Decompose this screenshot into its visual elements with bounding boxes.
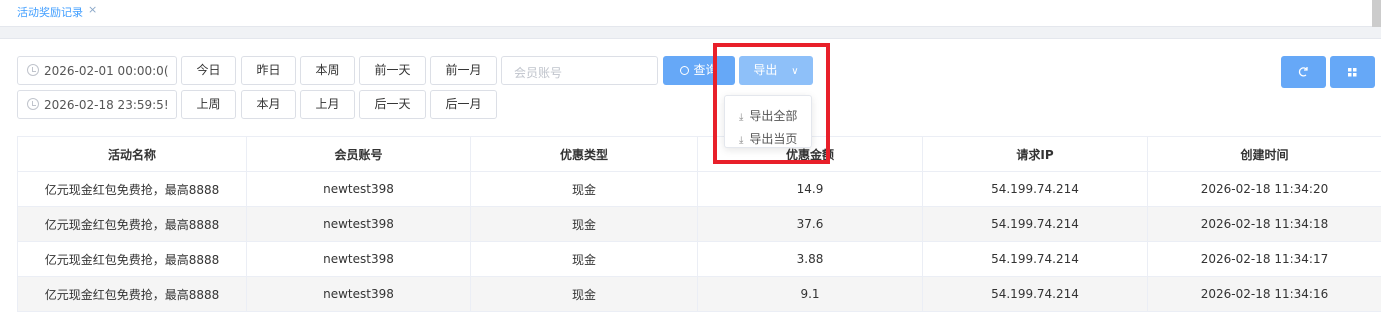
header-created-time[interactable]: 创建时间 [1147,136,1381,172]
records-table: 活动名称 会员账号 优惠类型 优惠金额 请求IP 创建时间 亿元现金红包免费抢，… [17,136,1381,312]
end-datetime-value: 2026-02-18 23:59:5! [44,98,169,112]
cell-discount-amount: 9.1 [697,276,923,312]
cell-activity-name: 亿元现金红包免费抢，最高8888 [17,206,247,242]
cell-activity-name: 亿元现金红包免费抢，最高8888 [17,171,247,207]
close-icon[interactable]: × [88,3,97,16]
member-account-placeholder: 会员账号 [514,66,563,80]
export-current-page-label: 导出当页 [749,132,798,146]
cell-created-time: 2026-02-18 11:34:20 [1147,171,1381,207]
cell-request-ip: 54.199.74.214 [922,241,1148,277]
table-row[interactable]: 亿元现金红包免费抢，最高8888 newtest398 现金 3.88 54.1… [17,241,1381,277]
layout-toggle-button[interactable] [1330,56,1375,88]
search-label: 查询 [693,63,718,77]
start-datetime-input[interactable]: 2026-02-01 00:00:0( [17,56,177,85]
today-button[interactable]: 今日 [181,56,236,85]
export-all-label: 导出全部 [749,109,798,123]
export-label: 导出 [753,63,778,77]
cell-request-ip: 54.199.74.214 [922,276,1148,312]
cell-request-ip: 54.199.74.214 [922,171,1148,207]
cell-activity-name: 亿元现金红包免费抢，最高8888 [17,276,247,312]
chevron-down-icon: ∨ [791,66,799,77]
cell-discount-amount: 37.6 [697,206,923,242]
table-header-row: 活动名称 会员账号 优惠类型 优惠金额 请求IP 创建时间 [17,136,1381,172]
export-current-page-item[interactable]: ⤓ 导出当页 [739,130,797,147]
scrollbar[interactable] [1372,0,1381,27]
cell-discount-amount: 14.9 [697,171,923,207]
cell-created-time: 2026-02-18 11:34:17 [1147,241,1381,277]
export-dropdown-menu: ⤓ 导出全部 ⤓ 导出当页 [724,95,812,148]
cell-member-account: newtest398 [246,206,471,242]
cell-created-time: 2026-02-18 11:34:16 [1147,276,1381,312]
refresh-icon [1298,67,1308,77]
export-all-item[interactable]: ⤓ 导出全部 [739,107,797,124]
clock-icon [27,64,39,76]
header-activity-name[interactable]: 活动名称 [17,136,247,172]
cell-discount-type: 现金 [470,241,698,277]
cell-discount-amount: 3.88 [697,241,923,277]
search-icon [680,66,690,75]
cell-discount-type: 现金 [470,206,698,242]
cell-activity-name: 亿元现金红包免费抢，最高8888 [17,241,247,277]
end-datetime-input[interactable]: 2026-02-18 23:59:5! [17,90,177,119]
refresh-button[interactable] [1281,56,1326,88]
yesterday-button[interactable]: 昨日 [241,56,296,85]
cell-request-ip: 54.199.74.214 [922,206,1148,242]
table-row[interactable]: 亿元现金红包免费抢，最高8888 newtest398 现金 37.6 54.1… [17,206,1381,242]
header-discount-type[interactable]: 优惠类型 [470,136,698,172]
this-month-button[interactable]: 本月 [241,90,296,119]
cell-created-time: 2026-02-18 11:34:18 [1147,206,1381,242]
cell-member-account: newtest398 [246,276,471,312]
download-icon: ⤓ [739,112,744,123]
previous-month-button[interactable]: 前一月 [430,56,497,85]
next-day-button[interactable]: 后一天 [359,90,426,119]
cell-member-account: newtest398 [246,241,471,277]
download-icon: ⤓ [739,135,744,146]
table-row[interactable]: 亿元现金红包免费抢，最高8888 newtest398 现金 9.1 54.19… [17,276,1381,312]
search-button[interactable]: 查询 [663,56,735,85]
next-month-button[interactable]: 后一月 [430,90,497,119]
export-button[interactable]: 导出 ∨ [739,56,813,85]
start-datetime-value: 2026-02-01 00:00:0( [44,64,169,78]
cell-discount-type: 现金 [470,276,698,312]
this-week-button[interactable]: 本周 [300,56,355,85]
clock-icon [27,98,39,110]
previous-day-button[interactable]: 前一天 [359,56,426,85]
grid-icon [1348,68,1357,77]
cell-discount-type: 现金 [470,171,698,207]
last-week-button[interactable]: 上周 [181,90,236,119]
tab-bar: 活动奖励记录 × [0,0,1372,27]
member-account-input[interactable]: 会员账号 [501,56,658,85]
header-member-account[interactable]: 会员账号 [246,136,471,172]
table-row[interactable]: 亿元现金红包免费抢，最高8888 newtest398 现金 14.9 54.1… [17,171,1381,207]
tab-activity-reward-records[interactable]: 活动奖励记录 [17,4,83,20]
header-request-ip[interactable]: 请求IP [922,136,1148,172]
last-month-button[interactable]: 上月 [300,90,355,119]
cell-member-account: newtest398 [246,171,471,207]
